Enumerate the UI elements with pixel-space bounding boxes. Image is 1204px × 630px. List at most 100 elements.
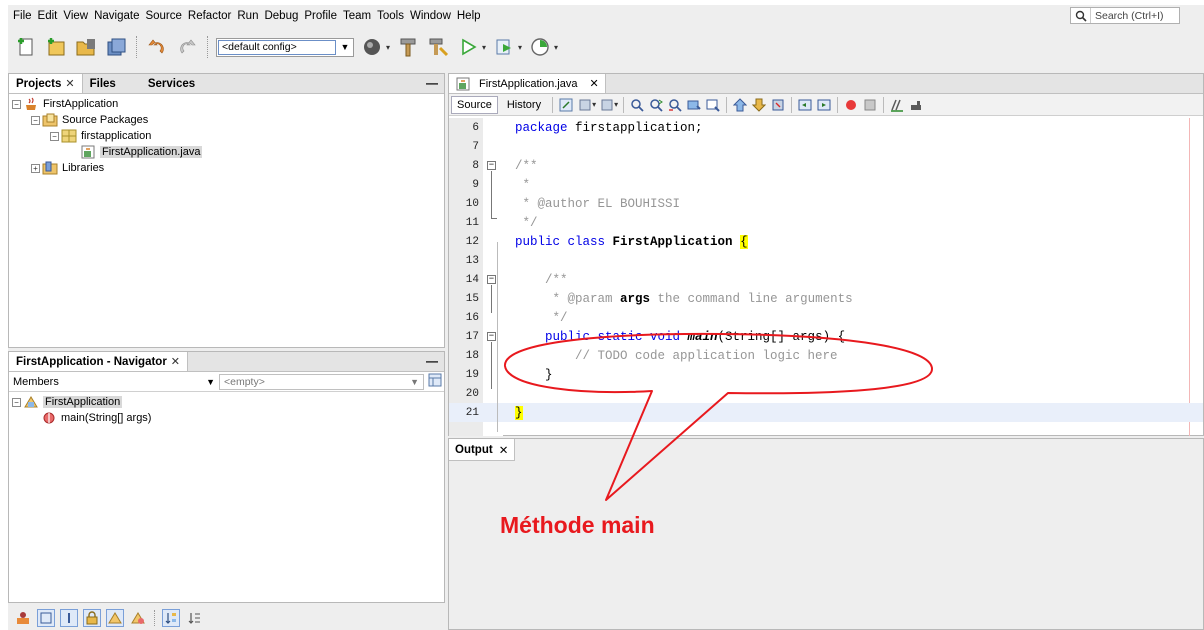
toggle-highlight-icon[interactable] xyxy=(686,97,702,113)
undo-icon[interactable] xyxy=(145,35,169,59)
menu-window[interactable]: Window xyxy=(407,10,454,22)
toggle-bookmark-icon[interactable] xyxy=(770,97,786,113)
javadoc-icon[interactable] xyxy=(129,609,147,627)
menu-edit[interactable]: Edit xyxy=(35,10,61,22)
menu-refactor[interactable]: Refactor xyxy=(185,10,234,22)
shift-right-icon[interactable] xyxy=(816,97,832,113)
tab-output[interactable]: Output ✕ xyxy=(449,439,515,461)
filter-options-icon[interactable] xyxy=(428,373,442,390)
collapse-icon[interactable]: − xyxy=(12,397,21,407)
fold-toggle-icon[interactable]: − xyxy=(487,332,496,341)
tree-item-source-packages[interactable]: − Source Packages xyxy=(9,112,444,128)
forward-icon[interactable] xyxy=(599,97,615,113)
chevron-down-icon[interactable]: ▼ xyxy=(206,377,215,387)
empty-select[interactable]: <empty> ▼ xyxy=(219,373,424,390)
chevron-down-icon[interactable]: ▼ xyxy=(410,377,419,387)
menu-help[interactable]: Help xyxy=(454,10,484,22)
line-number: 12 xyxy=(465,235,479,248)
tree-item-method[interactable]: main(String[] args) xyxy=(9,410,444,426)
start-macro-icon[interactable] xyxy=(843,97,859,113)
tree-item-libraries[interactable]: + Libraries xyxy=(9,160,444,176)
tab-projects[interactable]: Projects ✕ xyxy=(9,74,83,93)
build-hammer-icon[interactable] xyxy=(396,35,420,59)
collapse-icon[interactable]: − xyxy=(50,131,59,141)
chevron-down-icon[interactable]: ▾ xyxy=(592,100,596,109)
fold-toggle-icon[interactable]: − xyxy=(487,275,496,284)
inherited-members-icon[interactable] xyxy=(14,609,32,627)
profile-icon[interactable] xyxy=(528,35,552,59)
close-icon[interactable]: ✕ xyxy=(589,77,598,90)
show-fields-icon[interactable] xyxy=(37,608,55,627)
tab-history[interactable]: History xyxy=(501,96,547,114)
fold-toggle-icon[interactable]: − xyxy=(487,161,496,170)
search-icon[interactable] xyxy=(1071,8,1091,23)
search-input[interactable]: Search (Ctrl+I) xyxy=(1070,7,1180,24)
lock-icon[interactable] xyxy=(83,608,101,627)
code-text: public static void main(String[] args) { xyxy=(515,330,845,344)
find-selection-icon[interactable] xyxy=(667,97,683,113)
stop-macro-icon[interactable] xyxy=(862,97,878,113)
menu-debug[interactable]: Debug xyxy=(261,10,301,22)
config-select[interactable]: <default config> ▼ xyxy=(216,37,354,57)
close-icon[interactable]: ✕ xyxy=(65,77,74,90)
tab-output-label: Output xyxy=(455,443,493,456)
new-project-icon[interactable] xyxy=(44,35,68,59)
collapse-icon[interactable]: − xyxy=(12,99,21,109)
tree-item-package[interactable]: − firstapplication xyxy=(9,128,444,144)
chevron-down-icon[interactable]: ▾ xyxy=(518,43,522,52)
debug-icon[interactable] xyxy=(492,35,516,59)
menu-navigate[interactable]: Navigate xyxy=(91,10,142,22)
collapse-icon[interactable]: − xyxy=(31,115,40,125)
tree-item-class[interactable]: − FirstApplication xyxy=(9,394,444,410)
menu-view[interactable]: View xyxy=(60,10,91,22)
globe-icon[interactable] xyxy=(360,35,384,59)
minimize-icon[interactable]: — xyxy=(426,354,438,368)
next-bookmark-icon[interactable] xyxy=(751,97,767,113)
menu-source[interactable]: Source xyxy=(142,10,184,22)
menu-file[interactable]: File xyxy=(10,10,35,22)
redo-icon[interactable] xyxy=(175,35,199,59)
back-icon[interactable] xyxy=(577,97,593,113)
menu-tools[interactable]: Tools xyxy=(374,10,407,22)
menu-profile[interactable]: Profile xyxy=(301,10,340,22)
uncomment-icon[interactable] xyxy=(908,97,924,113)
expand-icon[interactable]: + xyxy=(31,163,40,173)
open-project-icon[interactable] xyxy=(74,35,98,59)
tab-services[interactable]: Services xyxy=(141,74,202,93)
tree-item-label: main(String[] args) xyxy=(61,412,152,424)
close-icon[interactable]: ✕ xyxy=(499,443,509,457)
show-static-icon[interactable] xyxy=(60,608,78,627)
clean-build-icon[interactable] xyxy=(426,35,450,59)
sort-by-name-icon[interactable] xyxy=(162,608,180,627)
find-next-icon[interactable] xyxy=(648,97,664,113)
shift-left-icon[interactable] xyxy=(797,97,813,113)
code-editor[interactable]: 6 package firstapplication; 7 8 /** 9 * 10… xyxy=(449,118,1203,436)
tab-files[interactable]: Files xyxy=(83,74,123,93)
sort-by-source-icon[interactable] xyxy=(185,609,203,627)
close-icon[interactable]: ✕ xyxy=(171,355,180,368)
tree-item-project[interactable]: − FirstApplication xyxy=(9,96,444,112)
chevron-down-icon[interactable]: ▾ xyxy=(614,100,618,109)
toggle-rect-selection-icon[interactable] xyxy=(705,97,721,113)
chevron-down-icon[interactable]: ▾ xyxy=(386,43,390,52)
save-all-icon[interactable] xyxy=(104,35,128,59)
show-inner-classes-icon[interactable] xyxy=(106,608,124,627)
chevron-down-icon[interactable]: ▼ xyxy=(337,42,353,52)
minimize-icon[interactable]: — xyxy=(426,76,438,90)
tab-firstapplication-java[interactable]: FirstApplication.java ✕ xyxy=(449,74,606,93)
new-file-icon[interactable] xyxy=(14,35,38,59)
menu-run[interactable]: Run xyxy=(234,10,261,22)
chevron-down-icon[interactable]: ▾ xyxy=(554,43,558,52)
tab-navigator[interactable]: FirstApplication - Navigator ✕ xyxy=(9,352,189,371)
last-edit-icon[interactable] xyxy=(558,97,574,113)
comment-icon[interactable] xyxy=(889,97,905,113)
tab-source[interactable]: Source xyxy=(451,95,498,114)
find-previous-icon[interactable] xyxy=(629,97,645,113)
members-select[interactable]: Members ▼ xyxy=(9,376,219,388)
toolbar-separator xyxy=(154,609,155,626)
tree-item-java-file[interactable]: FirstApplication.java xyxy=(9,144,444,160)
menu-team[interactable]: Team xyxy=(340,10,374,22)
previous-bookmark-icon[interactable] xyxy=(732,97,748,113)
chevron-down-icon[interactable]: ▾ xyxy=(482,43,486,52)
run-icon[interactable] xyxy=(456,35,480,59)
